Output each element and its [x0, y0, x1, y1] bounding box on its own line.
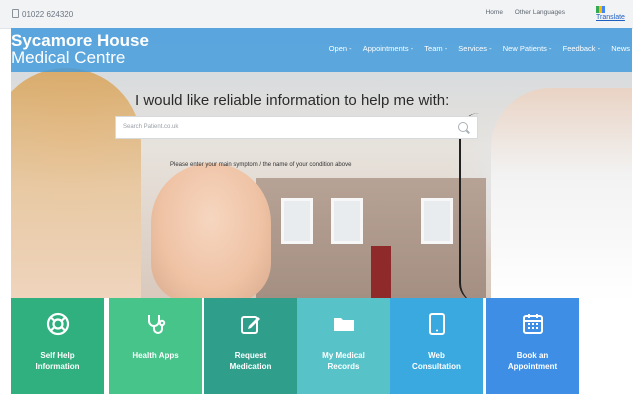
translate-label: Translate	[596, 14, 625, 21]
house-window	[331, 198, 363, 244]
nav-open[interactable]: Open -	[329, 44, 352, 53]
other-languages-link[interactable]: Other Languages	[515, 9, 565, 16]
tile-label: My Medical	[322, 351, 365, 360]
search-placeholder: Search Patient.co.uk	[123, 124, 179, 130]
tile-label: Appointment	[507, 362, 558, 371]
house-window	[281, 198, 313, 244]
tablet-icon	[425, 312, 449, 336]
phone-text: 01022 624320	[22, 10, 74, 19]
google-translate-icon	[596, 6, 605, 13]
nav-new-patients[interactable]: New Patients -	[503, 44, 552, 53]
main-menu: Open - Appointments - Team - Services - …	[320, 44, 630, 53]
tile-self-help[interactable]: Self Help Information	[11, 298, 104, 394]
nav-services[interactable]: Services -	[458, 44, 491, 53]
nav-feedback[interactable]: Feedback -	[563, 44, 601, 53]
doctor-figure	[491, 88, 632, 298]
nav-appointments[interactable]: Appointments -	[363, 44, 413, 53]
tile-label: Self Help	[40, 351, 75, 360]
tile-health-apps[interactable]: Health Apps	[109, 298, 202, 394]
tile-book-appointment[interactable]: Book an Appointment	[486, 298, 579, 394]
tile-label: Medication	[229, 362, 272, 371]
phone-number: 01022 624320	[12, 9, 73, 19]
home-link[interactable]: Home	[486, 9, 503, 16]
calendar-icon	[521, 312, 545, 336]
stethoscope-icon	[144, 312, 168, 336]
top-links: Home Other Languages	[476, 9, 565, 16]
symptom-search-input[interactable]: Search Patient.co.uk	[115, 116, 478, 139]
nav-team[interactable]: Team -	[424, 44, 447, 53]
tile-label: Records	[327, 362, 360, 371]
edit-icon	[239, 312, 263, 336]
folder-icon	[332, 312, 356, 336]
house-window	[421, 198, 453, 244]
site-logo[interactable]: Sycamore House Medical Centre	[11, 32, 149, 66]
tile-label: Web	[428, 351, 445, 360]
brand-line1: Sycamore House	[11, 31, 149, 50]
tile-request-medication[interactable]: Request Medication	[204, 298, 297, 394]
quick-links: Self Help Information Health Apps Request…	[11, 298, 632, 394]
baby-figure	[151, 163, 271, 298]
tile-web-consultation[interactable]: Web Consultation	[390, 298, 483, 394]
top-bar: 01022 624320 Home Other Languages Transl…	[0, 0, 633, 29]
search-hint: Please enter your main symptom / the nam…	[170, 162, 352, 168]
tile-label: Book an	[516, 351, 549, 360]
translate-link[interactable]: Translate	[596, 6, 633, 21]
tile-label: Consultation	[412, 362, 461, 371]
hero-headline: I would like reliable information to hel…	[135, 92, 450, 109]
mother-figure	[11, 68, 141, 298]
nav-news[interactable]: News	[611, 44, 630, 53]
tile-label: Health Apps	[132, 351, 179, 360]
tile-label: Information	[35, 362, 80, 371]
tile-medical-records[interactable]: My Medical Records	[297, 298, 390, 394]
phone-icon	[12, 9, 19, 18]
tile-label: Request	[234, 351, 267, 360]
main-navbar: Sycamore House Medical Centre Open - App…	[11, 28, 632, 72]
lifebuoy-icon	[46, 312, 70, 336]
search-icon[interactable]	[458, 122, 468, 132]
house-door	[371, 246, 391, 298]
stethoscope-image	[459, 113, 491, 298]
brand-line2: Medical Centre	[11, 48, 126, 67]
